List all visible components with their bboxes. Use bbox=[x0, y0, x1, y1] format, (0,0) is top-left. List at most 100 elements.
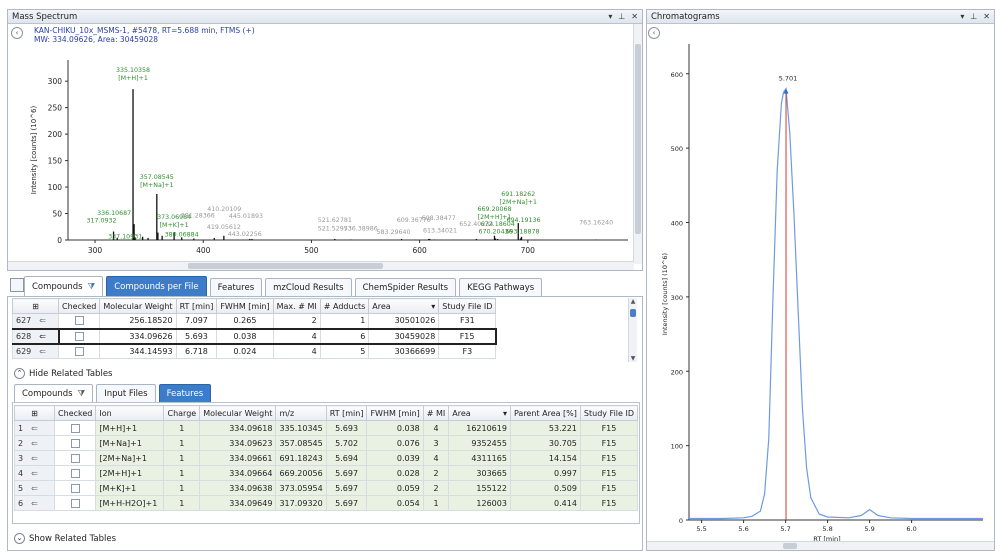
table-row[interactable]: 2 ⇐ [M+Na]+1 1 334.09623 357.08545 5.702 0.076 3… bbox=[13, 435, 639, 451]
expand-arrow-icon[interactable]: ⇐ bbox=[31, 424, 38, 433]
expand-arrow-icon[interactable]: ⇐ bbox=[39, 347, 46, 356]
tab-compounds[interactable]: Compounds ⧩ bbox=[24, 276, 104, 296]
window-controls[interactable]: ▾ ⊥ ✕ bbox=[960, 12, 990, 21]
pin-icon[interactable]: ⊥ bbox=[970, 12, 977, 21]
checkbox[interactable] bbox=[74, 331, 84, 341]
tab-related-features[interactable]: Features bbox=[158, 384, 212, 402]
checkbox[interactable] bbox=[70, 468, 80, 478]
checkbox[interactable] bbox=[74, 346, 84, 356]
expand-arrow-icon[interactable]: ⇐ bbox=[31, 499, 38, 508]
sort-desc-icon[interactable]: ▾ bbox=[431, 302, 435, 311]
column-chooser-icon[interactable]: ⊞ bbox=[12, 298, 59, 314]
table-row[interactable]: 627 ⇐ 256.18520 7.097 0.265 2 1 30501026 … bbox=[12, 313, 497, 329]
tab-features[interactable]: Features bbox=[209, 278, 263, 296]
col-parent-area[interactable]: Parent Area [%] bbox=[509, 405, 581, 421]
col-rt[interactable]: RT [min] bbox=[325, 405, 368, 421]
tab-compounds-per-file[interactable]: Compounds per File bbox=[106, 276, 207, 296]
row-checkbox[interactable] bbox=[57, 327, 101, 345]
col-ion[interactable]: Ion bbox=[95, 405, 165, 421]
col-molecular-weight[interactable]: Molecular Weight bbox=[199, 405, 277, 421]
scroll-thumb[interactable] bbox=[630, 309, 636, 317]
expand-icon[interactable]: ⌄ bbox=[14, 533, 25, 544]
col-study-file-id[interactable]: Study File ID bbox=[579, 405, 639, 421]
cell-parent-area: 53.221 bbox=[509, 420, 581, 436]
expand-arrow-icon[interactable]: ⇐ bbox=[31, 454, 38, 463]
table-row[interactable]: 3 ⇐ [2M+Na]+1 1 334.09661 691.18243 5.694 0.039… bbox=[13, 450, 639, 466]
col-mi[interactable]: # MI bbox=[422, 405, 450, 421]
scroll-thumb[interactable] bbox=[783, 543, 797, 549]
expand-arrow-icon[interactable]: ⇐ bbox=[31, 469, 38, 478]
checkbox[interactable] bbox=[70, 483, 80, 493]
mass-spectrum-chart[interactable]: 050100150200250300300400500600700m/zInte… bbox=[8, 24, 628, 256]
checkbox[interactable] bbox=[70, 438, 80, 448]
expand-arrow-icon[interactable]: ⇐ bbox=[39, 332, 46, 341]
grid-icon[interactable] bbox=[10, 278, 24, 292]
expand-arrow-icon[interactable]: ⇐ bbox=[31, 439, 38, 448]
expand-arrow-icon[interactable]: ⇐ bbox=[39, 316, 46, 325]
col-rt[interactable]: RT [min] bbox=[175, 298, 218, 314]
checkbox[interactable] bbox=[74, 316, 84, 326]
upper-table-scrollbar[interactable]: ▲ ▼ bbox=[628, 298, 637, 362]
row-checkbox[interactable] bbox=[57, 343, 101, 359]
scroll-up-icon[interactable]: ▲ bbox=[629, 298, 637, 305]
col-fwhm[interactable]: FWHM [min] bbox=[216, 298, 274, 314]
row-checkbox[interactable] bbox=[54, 450, 97, 466]
collapse-icon[interactable]: ⌃ bbox=[14, 368, 25, 379]
row-checkbox[interactable] bbox=[54, 420, 97, 436]
tab-label: mzCloud Results bbox=[273, 282, 344, 293]
filter-icon[interactable]: ⧩ bbox=[78, 389, 86, 399]
spectrum-horizontal-scrollbar[interactable] bbox=[8, 261, 634, 270]
row-checkbox[interactable] bbox=[54, 435, 97, 451]
row-checkbox[interactable] bbox=[54, 465, 97, 481]
scroll-thumb[interactable] bbox=[188, 263, 383, 269]
show-related-tables-toggle[interactable]: ⌄ Show Related Tables bbox=[14, 533, 116, 544]
checkbox[interactable] bbox=[70, 453, 80, 463]
col-mz[interactable]: m/z bbox=[275, 405, 327, 421]
tab-label: Compounds bbox=[32, 281, 83, 292]
tab-input-files[interactable]: Input Files bbox=[96, 384, 156, 402]
dropdown-icon[interactable]: ▾ bbox=[960, 12, 964, 21]
col-charge[interactable]: Charge bbox=[163, 405, 201, 421]
chromatogram-chart[interactable]: 01002003004005006005.5 5.6 5.7 5.8 5.9 6.0RT … bbox=[647, 24, 993, 544]
sort-desc-icon[interactable]: ▾ bbox=[503, 409, 507, 418]
table-row[interactable]: 4 ⇐ [2M+H]+1 1 334.09664 669.20056 5.697 0.028 2… bbox=[13, 465, 639, 481]
table-row[interactable]: 629 ⇐ 344.14593 6.718 0.024 4 5 30366699 … bbox=[12, 343, 497, 359]
col-max-mi[interactable]: Max. # MI bbox=[272, 298, 321, 314]
scroll-down-icon[interactable]: ▼ bbox=[629, 355, 637, 362]
spectrum-vertical-scrollbar[interactable] bbox=[633, 24, 642, 264]
row-checkbox[interactable] bbox=[54, 480, 97, 496]
col-area[interactable]: Area ▾ bbox=[368, 298, 440, 314]
chromatogram-horizontal-scrollbar[interactable] bbox=[647, 541, 994, 550]
col-fwhm[interactable]: FWHM [min] bbox=[366, 405, 424, 421]
checkbox[interactable] bbox=[70, 423, 80, 433]
x-tick-label: 6.0 bbox=[906, 525, 916, 533]
expand-arrow-icon[interactable]: ⇐ bbox=[31, 484, 38, 493]
checkbox[interactable] bbox=[70, 498, 80, 508]
pin-icon[interactable]: ⊥ bbox=[618, 12, 625, 21]
tab-mzcloud-results[interactable]: mzCloud Results bbox=[265, 278, 352, 296]
table-row[interactable]: 5 ⇐ [M+K]+1 1 334.09638 373.05954 5.697 0.059 2 1… bbox=[13, 480, 639, 496]
col-checked[interactable]: Checked bbox=[54, 405, 97, 421]
close-icon[interactable]: ✕ bbox=[631, 12, 638, 21]
column-chooser-icon[interactable]: ⊞ bbox=[13, 405, 56, 421]
table-row[interactable]: 6 ⇐ [M+H-H2O]+1 1 334.09649 317.09320 5.697 0.0… bbox=[13, 495, 639, 511]
col-area[interactable]: Area ▾ bbox=[448, 405, 511, 421]
col-checked[interactable]: Checked bbox=[57, 298, 101, 314]
col-study-file-id[interactable]: Study File ID bbox=[438, 298, 497, 314]
col-adducts[interactable]: # Adducts bbox=[319, 298, 370, 314]
row-number: 5 bbox=[18, 483, 24, 493]
tab-related-compounds[interactable]: Compounds ⧩ bbox=[14, 384, 94, 402]
window-controls[interactable]: ▾ ⊥ ✕ bbox=[608, 12, 638, 21]
col-molecular-weight[interactable]: Molecular Weight bbox=[99, 298, 177, 314]
row-checkbox[interactable] bbox=[54, 495, 97, 511]
tab-kegg-pathways[interactable]: KEGG Pathways bbox=[459, 278, 543, 296]
dropdown-icon[interactable]: ▾ bbox=[608, 12, 612, 21]
tab-chemspider-results[interactable]: ChemSpider Results bbox=[354, 278, 457, 296]
close-icon[interactable]: ✕ bbox=[983, 12, 990, 21]
row-checkbox[interactable] bbox=[57, 313, 101, 329]
filter-icon[interactable]: ⧩ bbox=[88, 282, 96, 292]
table-row[interactable]: 1 ⇐ [M+H]+1 1 334.09618 335.10345 5.693 0.038 4 1… bbox=[13, 420, 639, 436]
table-row-selected[interactable]: 628 ⇐ 334.09626 5.693 0.038 4 6 30459028 … bbox=[12, 327, 497, 345]
hide-related-tables-toggle[interactable]: ⌃ Hide Related Tables bbox=[14, 368, 112, 379]
scroll-thumb[interactable] bbox=[635, 44, 641, 234]
